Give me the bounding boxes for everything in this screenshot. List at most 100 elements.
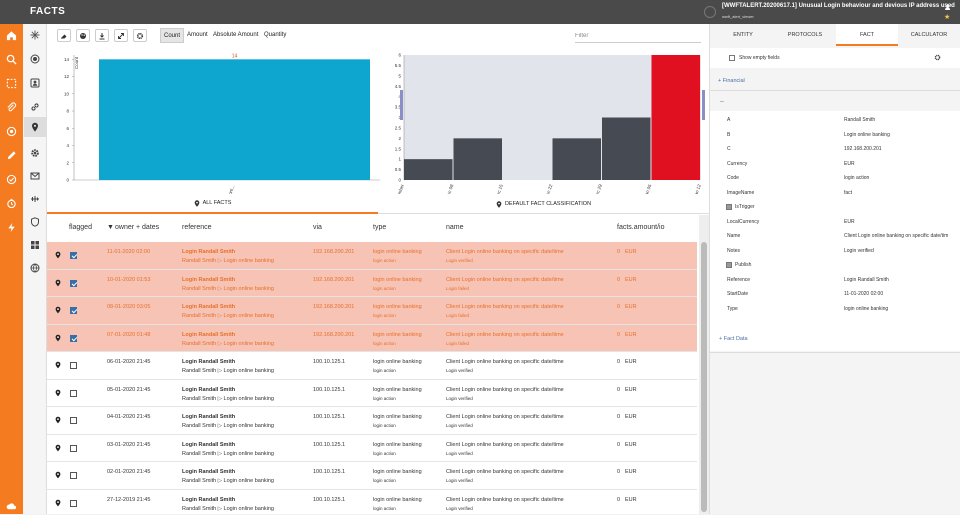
- timer-icon[interactable]: [3, 195, 20, 212]
- location-pin-icon: [55, 416, 61, 424]
- palette-button[interactable]: [76, 29, 90, 42]
- flagged-checkbox[interactable]: [70, 444, 77, 452]
- target-icon[interactable]: [3, 123, 20, 140]
- attachment-icon[interactable]: [3, 99, 20, 116]
- financial-section-toggle[interactable]: + Financial: [718, 78, 745, 84]
- bar[interactable]: [99, 59, 370, 180]
- settings-button[interactable]: [133, 29, 147, 42]
- contacts-icon[interactable]: [28, 76, 42, 90]
- fact-data-section-toggle[interactable]: + Fact Data: [719, 336, 748, 342]
- table-row[interactable]: 02-01-2020 21:45 Login Randall Smith Randa…: [47, 462, 697, 490]
- header-name[interactable]: name: [446, 224, 464, 231]
- eraser-button[interactable]: [57, 29, 71, 42]
- table-row[interactable]: 27-12-2019 21:45 Login Randall Smith Randa…: [47, 490, 697, 515]
- sort-down-icon[interactable]: ▼: [107, 224, 114, 231]
- location-pin-icon[interactable]: [24, 117, 46, 137]
- flagged-checkbox[interactable]: [70, 307, 77, 314]
- field-key: Type: [727, 305, 738, 312]
- field-value: EUR: [844, 218, 855, 225]
- cloud-icon[interactable]: [3, 498, 20, 515]
- flagged-checkbox[interactable]: [70, 389, 77, 397]
- filter-input[interactable]: [575, 29, 701, 43]
- settings-icon[interactable]: [28, 146, 42, 160]
- grid-icon[interactable]: [28, 238, 42, 252]
- header-amount[interactable]: facts.amount/io: [617, 224, 664, 231]
- timeline-icon[interactable]: [28, 192, 42, 206]
- tab-all-facts[interactable]: ALL FACTS: [47, 194, 378, 214]
- x-tick-label: Dec 29: [593, 183, 603, 194]
- collapse-section-toggle[interactable]: --: [720, 99, 724, 105]
- table-row[interactable]: 03-01-2020 21:45 Login Randall Smith Randa…: [47, 435, 697, 462]
- range-handle-right: [702, 90, 705, 120]
- row-name: Client Login online banking on specific …: [446, 469, 564, 475]
- tab-calculator[interactable]: CALCULATOR: [898, 24, 960, 46]
- flagged-checkbox[interactable]: [70, 417, 77, 424]
- field-key: B: [727, 131, 731, 138]
- user-icon[interactable]: ♟: [944, 3, 951, 12]
- flagged-checkbox[interactable]: [70, 499, 77, 507]
- flagged-checkbox[interactable]: [70, 252, 77, 259]
- flagged-checkbox[interactable]: [70, 472, 77, 479]
- x-tick-label: December: [393, 183, 405, 194]
- header-type[interactable]: type: [373, 224, 386, 231]
- bar[interactable]: [552, 138, 602, 180]
- bar[interactable]: [602, 117, 651, 181]
- expand-button[interactable]: [114, 29, 128, 42]
- tab-fact[interactable]: FACT: [836, 24, 898, 46]
- x-tick-label: Dec 22: [544, 183, 554, 194]
- header-owner-dates[interactable]: owner + dates: [115, 224, 159, 231]
- tab-count[interactable]: Count: [160, 28, 185, 43]
- y-tick-label: 2: [398, 136, 401, 141]
- field-key: StartDate: [727, 291, 749, 297]
- select-area-icon[interactable]: [3, 75, 20, 92]
- header-flagged[interactable]: flagged: [69, 224, 92, 231]
- location-pin-icon: [55, 279, 61, 286]
- check-icon[interactable]: [3, 171, 20, 188]
- tab-amount[interactable]: Amount: [184, 28, 211, 43]
- tab-protocols[interactable]: PROTOCOLS: [774, 24, 836, 46]
- download-button[interactable]: [95, 29, 109, 42]
- mail-icon[interactable]: [28, 169, 42, 183]
- star-icon[interactable]: ★: [944, 13, 950, 21]
- network-icon[interactable]: [28, 28, 42, 42]
- tab-default-fact-classification[interactable]: DEFAULT FACT CLASSIFICATION: [378, 194, 709, 214]
- table-row[interactable]: 05-01-2020 21:45 Login Randall Smith Randa…: [47, 380, 697, 407]
- search-icon[interactable]: [3, 51, 20, 68]
- row-amount: 0: [617, 441, 621, 448]
- field-checkbox[interactable]: [726, 262, 732, 268]
- table-row[interactable]: 06-01-2020 21:45 Login Randall Smith Randa…: [47, 352, 697, 380]
- tab-quantity[interactable]: Quantity: [261, 28, 289, 43]
- bar[interactable]: [651, 55, 701, 180]
- table-scrollbar[interactable]: [699, 215, 709, 514]
- show-empty-checkbox[interactable]: [729, 55, 735, 61]
- bar[interactable]: [453, 138, 503, 180]
- globe-icon[interactable]: [28, 261, 42, 275]
- status-circle-icon[interactable]: [704, 6, 716, 18]
- bar[interactable]: [404, 159, 453, 180]
- link-icon[interactable]: [28, 100, 42, 114]
- radio-target-icon[interactable]: [28, 52, 42, 66]
- row-date: 05-01-2020 21:45: [107, 386, 151, 393]
- flagged-checkbox[interactable]: [70, 334, 77, 342]
- lightning-icon[interactable]: [3, 219, 20, 236]
- field-checkbox[interactable]: [726, 204, 732, 210]
- table-row[interactable]: 08-01-2020 03:05 Login Randall Smith Randa…: [47, 297, 697, 325]
- shield-icon[interactable]: [28, 215, 42, 229]
- header-via[interactable]: via: [313, 224, 322, 231]
- y-tick-label: 12: [64, 74, 70, 79]
- row-reference-path: Randall Smith ▷ Login online banking: [182, 423, 274, 429]
- flagged-checkbox[interactable]: [70, 362, 77, 369]
- table-row[interactable]: 04-01-2020 21:45 Login Randall Smith Randa…: [47, 407, 697, 435]
- settings-icon[interactable]: [934, 54, 941, 61]
- home-icon[interactable]: [3, 27, 20, 44]
- scrollbar-thumb[interactable]: [701, 242, 707, 512]
- header-reference[interactable]: reference: [182, 224, 212, 231]
- edit-icon[interactable]: [3, 147, 20, 164]
- table-row[interactable]: 11-01-2020 02:00 Login Randall Smith Randa…: [47, 242, 697, 270]
- tab-absolute-amount[interactable]: Absolute Amount: [210, 28, 261, 43]
- table-row[interactable]: 07-01-2020 01:48 Login Randall Smith Randa…: [47, 324, 697, 352]
- table-row[interactable]: 10-01-2020 01:53 Login Randall Smith Randa…: [47, 269, 697, 297]
- field-value: EUR: [844, 160, 855, 167]
- tab-entity[interactable]: ENTITY: [712, 24, 774, 46]
- flagged-checkbox[interactable]: [70, 279, 77, 287]
